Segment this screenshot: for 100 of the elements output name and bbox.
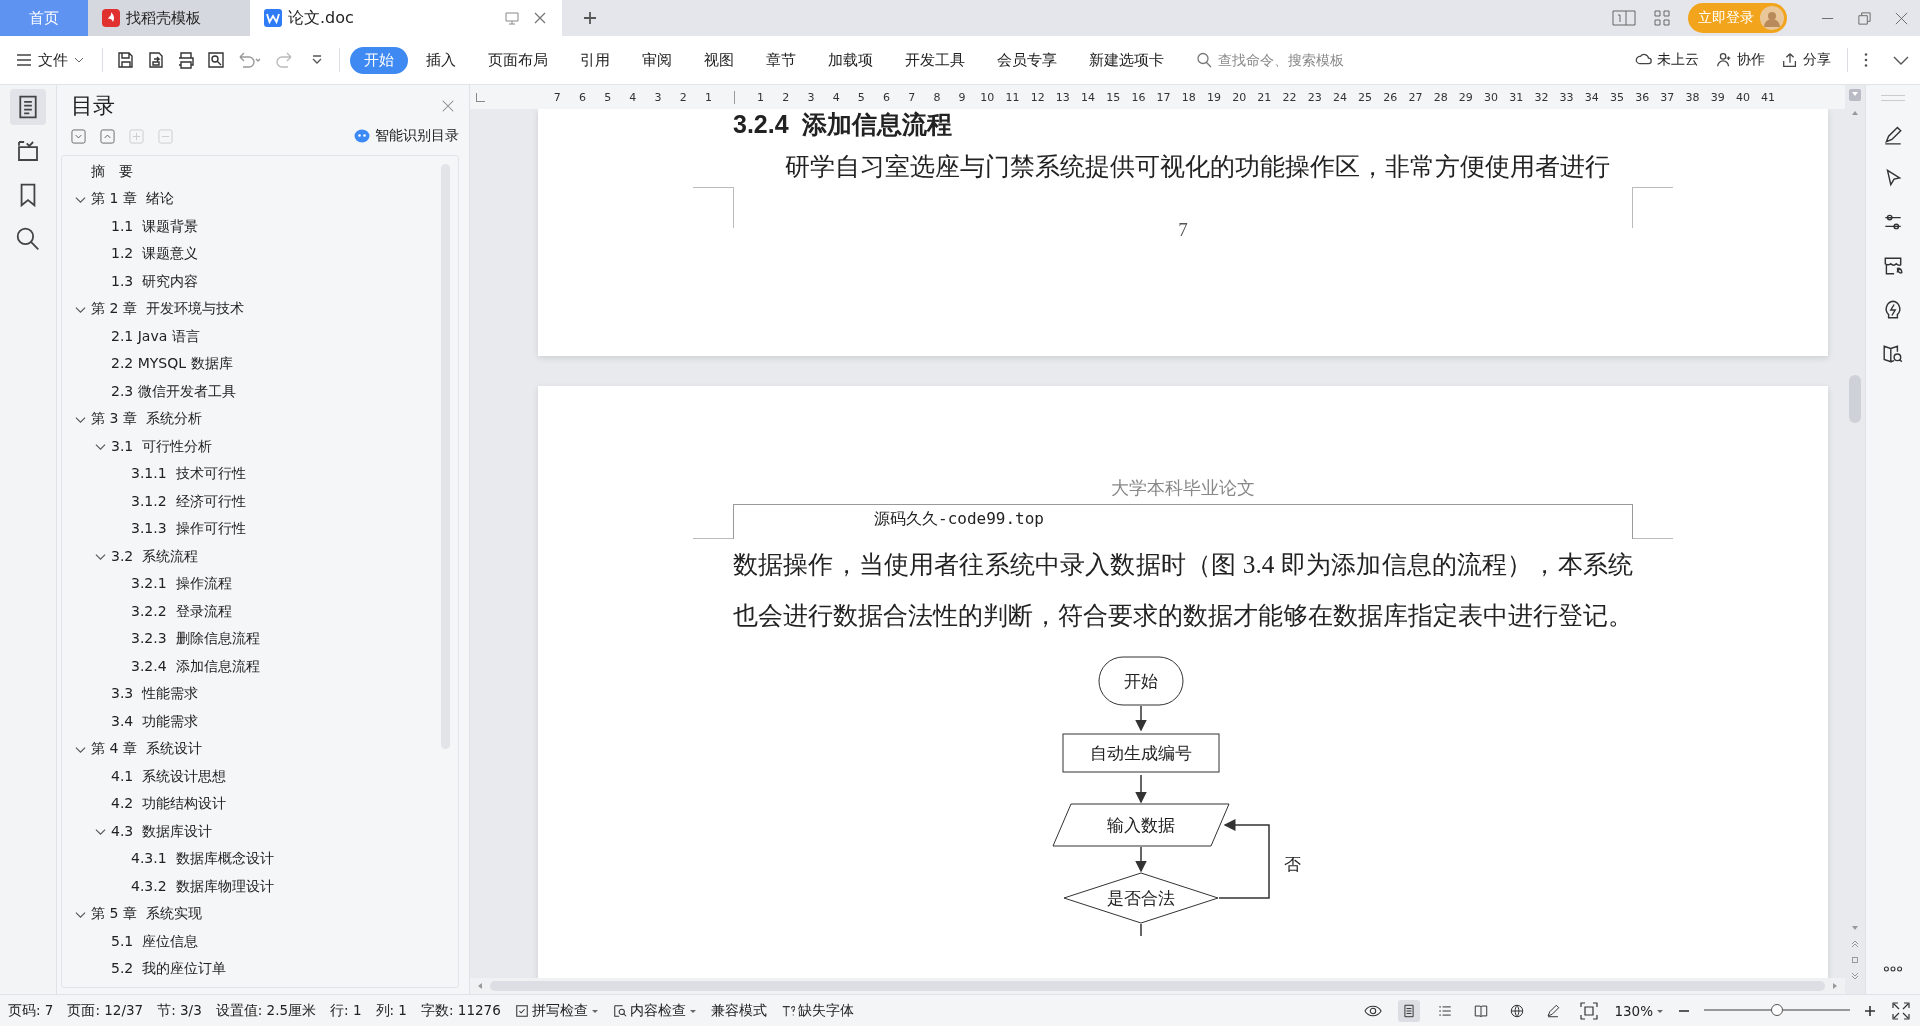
ruler-number: 6 — [577, 90, 587, 104]
smart-toc-button[interactable]: 智能识别目录 — [354, 127, 459, 145]
toc-item[interactable]: 第 4 章 系统设计 — [91, 740, 202, 759]
toc-item[interactable]: 3.4 功能需求 — [111, 712, 199, 731]
connector-line — [1140, 923, 1142, 936]
pen-icon[interactable] — [1882, 123, 1904, 145]
flowchart-node: 开始 — [1098, 656, 1184, 706]
toolbar-action[interactable]: 分享 — [1781, 51, 1831, 69]
page-view-icon[interactable] — [1398, 999, 1421, 1022]
toc-item[interactable]: 3.1.1 技术可行性 — [131, 465, 246, 484]
tab-stop-icon[interactable] — [476, 92, 485, 102]
book-search-icon[interactable] — [1882, 343, 1904, 365]
bolt-icon[interactable] — [1882, 299, 1904, 321]
page-number: 7 — [1177, 219, 1189, 241]
scrollbar-thumb[interactable] — [1849, 375, 1861, 423]
toc-item[interactable]: 4.3.1 数据库概念设计 — [131, 850, 274, 869]
ribbon-tab[interactable]: 加载项 — [814, 46, 887, 74]
ribbon-tab[interactable]: 引用 — [566, 46, 624, 74]
ruler-number: 37 — [1659, 90, 1676, 104]
chevron-down-icon[interactable] — [94, 551, 106, 563]
ruler-number: 36 — [1634, 90, 1651, 104]
ruler-toggle-icon[interactable] — [1849, 89, 1861, 101]
ruler-number: 33 — [1558, 90, 1575, 104]
outline-icon[interactable] — [10, 89, 46, 125]
ribbon-tab[interactable]: 视图 — [690, 46, 748, 74]
toc-item[interactable]: 4.3.2 数据库物理设计 — [131, 877, 274, 896]
ribbon-tab[interactable]: 开发工具 — [891, 46, 979, 74]
toc-item[interactable]: 3.1 可行性分析 — [111, 437, 213, 456]
content-check-icon — [612, 1003, 627, 1018]
toc-item[interactable]: 3.2.3 删除信息流程 — [131, 630, 260, 649]
shop-icon[interactable] — [1882, 255, 1904, 277]
toc-item[interactable]: 5.2 我的座位订单 — [111, 960, 227, 979]
preview-icon[interactable] — [206, 50, 226, 70]
close-icon[interactable] — [532, 10, 548, 26]
export-icon[interactable] — [146, 50, 166, 70]
toc-item[interactable]: 5.1 座位信息 — [111, 932, 199, 951]
toc-item[interactable]: 1.3 研究内容 — [111, 272, 199, 291]
ribbon-tab[interactable]: 插入 — [412, 46, 470, 74]
toolbar-action[interactable]: 协作 — [1715, 51, 1765, 69]
zoom-in-icon[interactable] — [1864, 1004, 1876, 1017]
toc-item[interactable]: 3.2.2 登录流程 — [131, 602, 232, 621]
toc-item[interactable]: 2.1 Java 语言 — [111, 327, 200, 346]
toc-item[interactable]: 第 1 章 绪论 — [91, 190, 174, 209]
ruler-number: 34 — [1583, 90, 1600, 104]
toc-item[interactable]: 3.3 性能需求 — [111, 685, 199, 704]
fullscreen-icon[interactable] — [1890, 999, 1912, 1022]
ruler-number: 40 — [1734, 90, 1751, 104]
new-tab-icon[interactable] — [582, 10, 598, 26]
print-icon[interactable] — [176, 50, 196, 70]
save-icon[interactable] — [116, 50, 136, 70]
toc-item[interactable]: 2.3 微信开发者工具 — [111, 382, 236, 401]
ribbon-tab[interactable]: 章节 — [752, 46, 810, 74]
ribbon-tab[interactable]: 会员专享 — [983, 46, 1071, 74]
status-text: 列: 1 — [375, 1001, 407, 1020]
close-icon[interactable] — [1894, 10, 1909, 26]
toc-item[interactable]: 摘 要 — [91, 162, 133, 181]
toc-item[interactable]: 2.2 MYSQL 数据库 — [111, 355, 233, 374]
restore-icon[interactable] — [1857, 10, 1872, 26]
file-menu[interactable]: 文件 — [16, 50, 92, 70]
header-text: 源码久久-code99.top — [874, 509, 1044, 530]
toc-item[interactable]: 3.2.1 操作流程 — [131, 575, 232, 594]
command-search-field[interactable]: 查找命令、搜索模板 — [1196, 51, 1436, 69]
ruler-number: 35 — [1608, 90, 1625, 104]
toc-item[interactable]: 3.1.3 操作可行性 — [131, 520, 246, 539]
document-tab[interactable]: 论文.doc — [250, 0, 562, 36]
body-paragraph: 数据操作，当使用者往系统中录入数据时（图 3.4 即为添加信息的流程），本系统也会进行数据合法性的判断，符合要求的数据才能够在数据库指定表中进行登记。 — [733, 549, 1633, 631]
collapse-all-icon[interactable] — [100, 128, 115, 144]
toc-item[interactable]: 3.1.2 经济可行性 — [131, 492, 246, 511]
toc-item[interactable]: 4.1 系统设计思想 — [111, 767, 227, 786]
flame-logo-icon — [102, 9, 120, 27]
ribbon-tab[interactable]: 新建选项卡 — [1075, 46, 1178, 74]
toc-item[interactable]: 第 5 章 系统实现 — [91, 905, 202, 924]
body-paragraph: 研学自习室选座与门禁系统提供可视化的功能操作区，非常方便使用者进行 — [785, 152, 1611, 182]
ruler-number: 23 — [1306, 90, 1323, 104]
missing-font-button[interactable]: 缺失字体 — [780, 1001, 854, 1020]
toc-item[interactable]: 1.2 课题意义 — [111, 245, 199, 264]
toc-item[interactable]: 1.1 课题背景 — [111, 217, 199, 236]
page-header: 大学本科毕业论文 — [1110, 477, 1256, 500]
chevron-down-icon[interactable] — [94, 826, 106, 838]
toc-item[interactable]: 3.2.4 添加信息流程 — [131, 657, 260, 676]
more-caret-icon[interactable] — [311, 54, 323, 66]
ribbon-tab[interactable]: 审阅 — [628, 46, 686, 74]
document-tab[interactable]: 找稻壳模板 — [88, 0, 250, 36]
chevron-down-icon[interactable] — [94, 441, 106, 453]
expand-all-icon[interactable] — [71, 128, 86, 144]
ruler-number: 30 — [1483, 90, 1500, 104]
zoom-dropdown[interactable]: 130% — [1614, 1002, 1664, 1019]
close-icon[interactable] — [441, 99, 455, 113]
toc-item[interactable]: 第 3 章 系统分析 — [91, 410, 202, 429]
check-button[interactable]: 内容检查 — [612, 1001, 697, 1020]
fit-page-icon[interactable] — [1578, 999, 1601, 1022]
ruler-number: 16 — [1130, 90, 1147, 104]
toc-item[interactable]: 4.3 数据库设计 — [111, 822, 213, 841]
status-text: 设置值: 2.5厘米 — [215, 1001, 317, 1020]
toc-item[interactable]: 第 2 章 开发环境与技术 — [91, 300, 244, 319]
ribbon-tab[interactable]: 页面布局 — [474, 46, 562, 74]
toc-item[interactable]: 3.2 系统流程 — [111, 547, 199, 566]
toolbar-action[interactable]: 未上云 — [1635, 51, 1699, 69]
check-button[interactable]: 拼写检查 — [514, 1001, 599, 1020]
toc-item[interactable]: 4.2 功能结构设计 — [111, 795, 227, 814]
